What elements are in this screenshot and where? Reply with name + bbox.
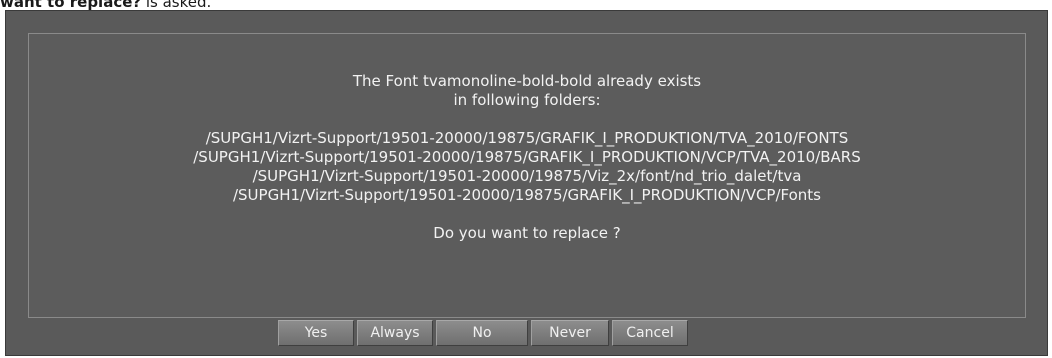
replace-question: Do you want to replace ? [433,224,621,242]
cancel-button[interactable]: Cancel [612,320,688,346]
replace-font-dialog: The Font tvamonoline-bold-bold already e… [5,10,1048,356]
always-button[interactable]: Always [357,320,433,346]
button-row: Yes Always No Never Cancel [278,320,688,346]
message-line-2: in following folders: [453,91,601,109]
folder-path: /SUPGH1/Vizrt-Support/19501-20000/19875/… [232,186,822,204]
page: want to replace? is asked. The Font tvam… [0,0,1052,358]
folder-path: /SUPGH1/Vizrt-Support/19501-20000/19875/… [205,129,849,147]
no-button[interactable]: No [436,320,528,346]
message-text: The Font tvamonoline-bold-bold already e… [29,72,1025,243]
folder-path: /SUPGH1/Vizrt-Support/19501-20000/19875/… [193,148,861,166]
never-button[interactable]: Never [531,320,609,346]
message-line-1: The Font tvamonoline-bold-bold already e… [352,72,702,90]
yes-button[interactable]: Yes [278,320,354,346]
folder-path: /SUPGH1/Vizrt-Support/19501-20000/19875/… [252,167,802,185]
message-panel: The Font tvamonoline-bold-bold already e… [28,33,1026,318]
